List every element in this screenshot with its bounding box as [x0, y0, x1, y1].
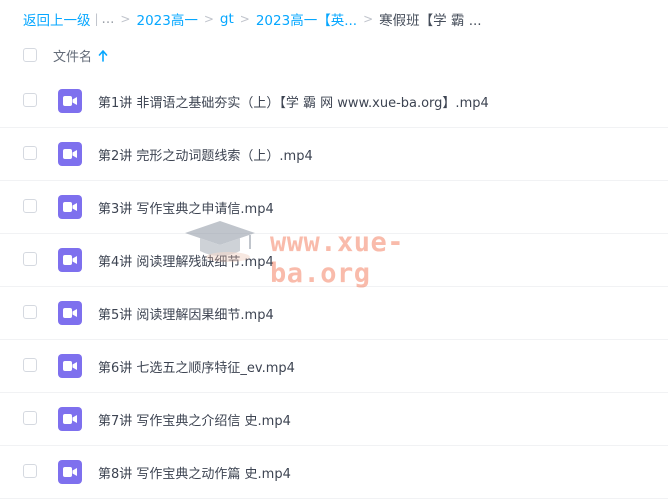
breadcrumb-current: 寒假班【学 霸 ...: [379, 13, 482, 29]
file-row[interactable]: 第4讲 阅读理解残缺细节.mp4: [0, 234, 668, 287]
file-row[interactable]: 第8讲 写作宝典之动作篇 史.mp4: [0, 446, 668, 499]
file-list: 第1讲 非谓语之基础夯实（上）【学 霸 网 www.xue-ba.org】.mp…: [0, 75, 668, 499]
file-name[interactable]: 第2讲 完形之动词题线索（上）.mp4: [98, 145, 313, 164]
breadcrumb-ellipsis[interactable]: ...: [102, 11, 115, 27]
video-file-icon: [58, 248, 82, 272]
breadcrumb-divider: |: [94, 12, 99, 26]
breadcrumb-item[interactable]: gt: [220, 11, 234, 27]
row-checkbox[interactable]: [23, 199, 37, 213]
file-name[interactable]: 第4讲 阅读理解残缺细节.mp4: [98, 251, 274, 270]
row-checkbox[interactable]: [23, 146, 37, 160]
file-row[interactable]: 第7讲 写作宝典之介绍信 史.mp4: [0, 393, 668, 446]
row-checkbox[interactable]: [23, 411, 37, 425]
video-file-icon: [58, 89, 82, 113]
breadcrumb: 返回上一级 | ... > 2023高一 > gt > 2023高一【英... …: [23, 9, 482, 29]
file-row[interactable]: 第1讲 非谓语之基础夯实（上）【学 霸 网 www.xue-ba.org】.mp…: [0, 75, 668, 128]
file-row[interactable]: 第5讲 阅读理解因果细节.mp4: [0, 287, 668, 340]
file-name[interactable]: 第8讲 写作宝典之动作篇 史.mp4: [98, 463, 291, 482]
breadcrumb-item[interactable]: 2023高一: [136, 9, 197, 29]
arrow-up-icon[interactable]: [98, 49, 108, 62]
video-file-icon: [58, 354, 82, 378]
file-name[interactable]: 第6讲 七选五之顺序特征_ev.mp4: [98, 357, 295, 376]
file-row[interactable]: 第6讲 七选五之顺序特征_ev.mp4: [0, 340, 668, 393]
file-row[interactable]: 第3讲 写作宝典之申请信.mp4: [0, 181, 668, 234]
breadcrumb-item[interactable]: 2023高一【英...: [256, 9, 357, 29]
row-checkbox[interactable]: [23, 252, 37, 266]
file-row[interactable]: 第2讲 完形之动词题线索（上）.mp4: [0, 128, 668, 181]
file-name[interactable]: 第3讲 写作宝典之申请信.mp4: [98, 198, 274, 217]
video-file-icon: [58, 407, 82, 431]
row-checkbox[interactable]: [23, 358, 37, 372]
video-file-icon: [58, 460, 82, 484]
file-name[interactable]: 第7讲 写作宝典之介绍信 史.mp4: [98, 410, 291, 429]
row-checkbox[interactable]: [23, 464, 37, 478]
back-link[interactable]: 返回上一级: [23, 9, 91, 29]
row-checkbox[interactable]: [23, 93, 37, 107]
breadcrumb-separator: >: [363, 12, 374, 26]
video-file-icon: [58, 142, 82, 166]
file-name[interactable]: 第1讲 非谓语之基础夯实（上）【学 霸 网 www.xue-ba.org】.mp…: [98, 92, 489, 111]
breadcrumb-separator: >: [239, 12, 250, 26]
filename-column-header[interactable]: 文件名: [53, 46, 108, 65]
select-all-checkbox[interactable]: [23, 48, 37, 62]
video-file-icon: [58, 301, 82, 325]
list-header: 文件名: [0, 40, 668, 70]
file-name[interactable]: 第5讲 阅读理解因果细节.mp4: [98, 304, 274, 323]
video-file-icon: [58, 195, 82, 219]
breadcrumb-separator: >: [120, 12, 131, 26]
filename-column-label: 文件名: [53, 50, 93, 65]
row-checkbox[interactable]: [23, 305, 37, 319]
breadcrumb-separator: >: [203, 12, 214, 26]
